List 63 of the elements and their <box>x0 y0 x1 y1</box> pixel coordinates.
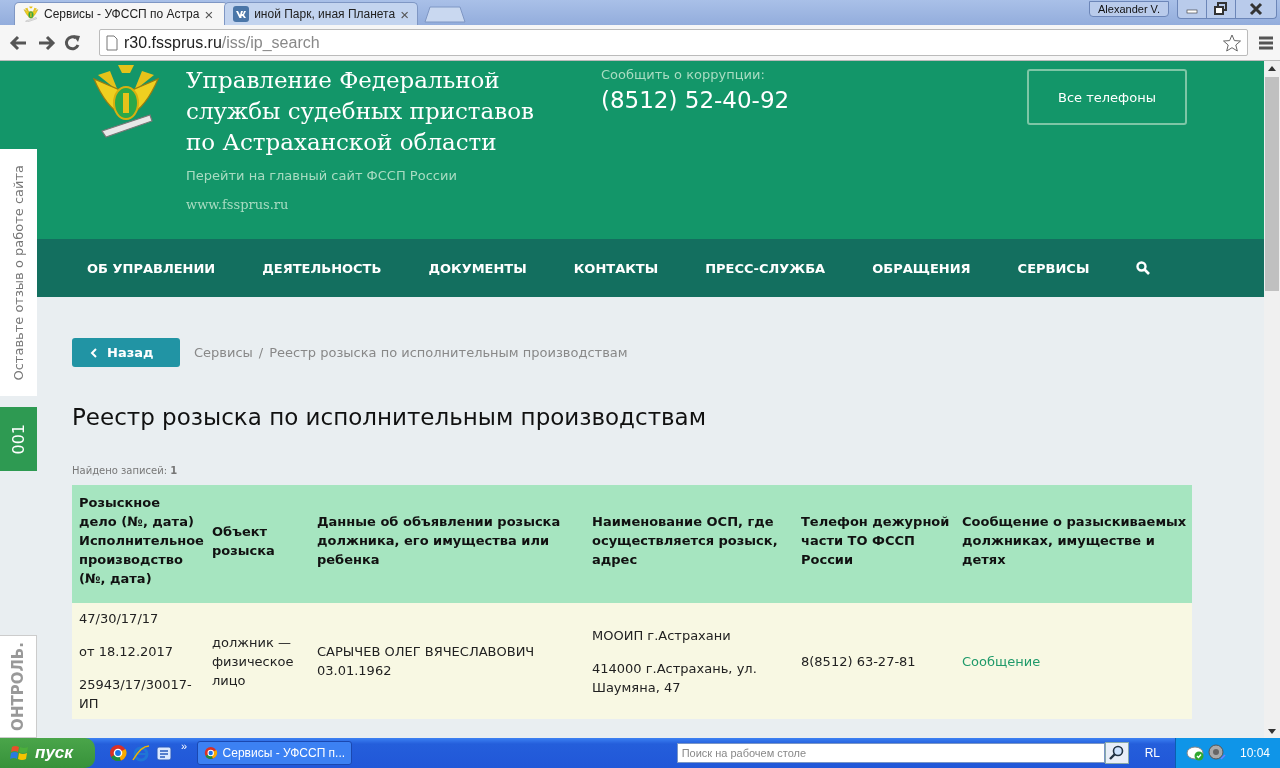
column-header: Розыскное дело (№, дата) Исполнительное производство (№, дата) <box>72 485 205 603</box>
menu-icon[interactable] <box>1258 34 1274 51</box>
close-icon[interactable]: × <box>204 5 214 23</box>
chrome-icon[interactable] <box>109 744 127 762</box>
desktop-search-field[interactable]: Поиск на рабочем столе <box>676 743 1105 763</box>
counter-tab[interactable]: 001 <box>0 407 37 471</box>
corruption-label: Сообщить о коррупции: <box>601 67 766 82</box>
vk-icon <box>233 6 250 22</box>
emblem-icon <box>23 6 39 22</box>
start-button[interactable]: пуск <box>0 738 95 768</box>
chrome-icon <box>204 744 218 762</box>
taskbar-window-button[interactable]: Сервисы - УФССП п... <box>197 741 353 765</box>
scroll-thumb[interactable] <box>1265 77 1279 291</box>
browser-tab[interactable]: иной Парк, иная Планета × <box>224 2 418 25</box>
url-text: r30.fssprus.ru/iss/ip_search <box>124 33 320 52</box>
message-link[interactable]: Сообщение <box>962 653 1041 669</box>
nav-item[interactable]: ДЕЯТЕЛЬНОСТЬ <box>262 260 382 276</box>
nav-item[interactable]: ДОКУМЕНТЫ <box>428 260 527 276</box>
table-cell-text: САРЫЧЕВ ОЛЕГ ВЯЧЕСЛАВОВИЧ 03.01.1962 <box>317 643 536 680</box>
table-cell-text: МООИП г.Астрахани <box>592 626 732 645</box>
ie-icon[interactable] <box>132 744 150 762</box>
nav-item[interactable]: КОНТАКТЫ <box>573 260 659 276</box>
table-cell-text: должник — физическое лицо <box>212 633 295 690</box>
nav-item[interactable]: ОБРАЩЕНИЯ <box>872 260 971 276</box>
star-icon[interactable] <box>1223 33 1241 52</box>
scrollbar[interactable] <box>1264 61 1280 738</box>
breadcrumb-item[interactable]: Реестр розыска по исполнительным производствам <box>269 345 628 360</box>
tab-title: иной Парк, иная Планета <box>254 7 396 21</box>
language-indicator[interactable]: RL <box>1144 746 1160 760</box>
windows-flag-icon <box>10 744 30 762</box>
table-cell-text: 414000 г.Астрахань, ул. Шаумяна, 47 <box>592 659 758 697</box>
page-icon <box>106 34 118 51</box>
clock: 10:04 <box>1239 746 1270 760</box>
column-header: Объект розыска <box>205 485 310 603</box>
nav-item[interactable]: ОБ УПРАВЛЕНИИ <box>87 260 216 276</box>
network-icon[interactable] <box>1185 744 1206 762</box>
address-field[interactable]: r30.fssprus.ru/iss/ip_search <box>99 29 1248 56</box>
breadcrumb-separator: / <box>258 345 264 360</box>
chevron-left-icon <box>90 347 98 358</box>
feedback-tab[interactable]: Оставьте отзыв о работе сайта <box>0 149 37 396</box>
page-heading: Реестр розыска по исполнительным производствам <box>72 403 708 431</box>
search-icon[interactable] <box>1136 261 1151 275</box>
more-chevron[interactable]: » <box>181 740 188 752</box>
all-phones-button[interactable]: Все телефоны <box>1027 69 1187 125</box>
user-name[interactable]: Alexander V. <box>1089 1 1169 17</box>
close-icon[interactable]: × <box>400 5 409 23</box>
column-header: Сообщение о разыскиваемых должниках, имуществе и детях <box>955 485 1192 603</box>
table-cell-text: от 18.12.2017 <box>79 643 175 661</box>
column-header: Наименование ОСП, где осуществляется розыск, адрес <box>585 485 794 603</box>
speaker-icon[interactable] <box>1207 744 1226 762</box>
back-button[interactable]: Назад <box>72 338 180 367</box>
tab-title: Сервисы - УФССП по Астра <box>44 7 200 21</box>
phone-number[interactable]: (8512) 52-40-92 <box>601 87 881 113</box>
table-cell-text: 47/30/17/17 <box>79 610 160 628</box>
table-cell-text: 25943/17/30017-ИП <box>79 676 193 713</box>
column-header: Данные об объявлении розыска должника, его имущества или ребенка <box>310 485 585 603</box>
records-found: Найдено записей: 1 <box>72 465 179 476</box>
search-icon[interactable] <box>1104 742 1129 764</box>
nav-item[interactable]: СЕРВИСЫ <box>1017 260 1090 276</box>
column-header: Телефон дежурной части ТО ФССП России <box>794 485 955 603</box>
nav-item[interactable]: ПРЕСС-СЛУЖБА <box>705 260 826 276</box>
breadcrumb-item[interactable]: Сервисы <box>194 345 253 360</box>
table-cell-text: 8(8512) 63-27-81 <box>801 652 917 671</box>
